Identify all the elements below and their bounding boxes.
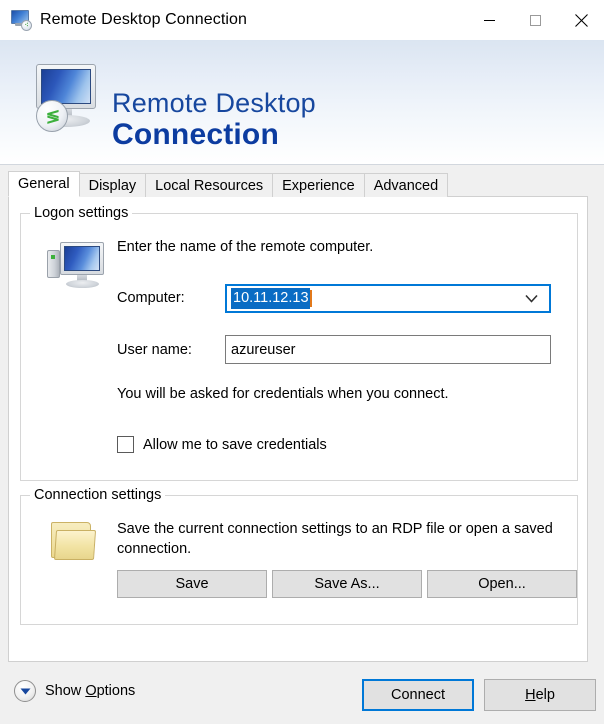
folder-icon bbox=[47, 518, 99, 564]
show-options-toggle[interactable]: Show Options bbox=[14, 680, 135, 702]
close-icon[interactable] bbox=[558, 0, 604, 40]
allow-save-credentials-checkbox[interactable] bbox=[117, 436, 134, 453]
monitor-screen bbox=[64, 246, 100, 271]
computer-label: Computer: bbox=[117, 290, 185, 306]
help-suffix: elp bbox=[535, 687, 555, 703]
window-controls bbox=[466, 0, 604, 40]
connection-settings-legend: Connection settings bbox=[30, 487, 166, 503]
window-title: Remote Desktop Connection bbox=[40, 11, 248, 28]
show-options-label: Show Options bbox=[45, 683, 135, 699]
power-led bbox=[51, 255, 55, 259]
connection-settings-group: Connection settings Save the current con… bbox=[20, 487, 578, 625]
text-caret bbox=[309, 290, 312, 307]
tab-display[interactable]: Display bbox=[78, 173, 147, 197]
desktop-computer-icon bbox=[47, 242, 105, 288]
computer-input-value[interactable]: 10.11.12.13 bbox=[231, 288, 310, 309]
user-name-input[interactable]: azureuser bbox=[225, 335, 551, 364]
show-options-prefix: Show bbox=[45, 683, 86, 699]
connection-badge-icon: ≶ bbox=[36, 100, 68, 132]
maximize-icon[interactable] bbox=[512, 0, 558, 40]
user-name-label: User name: bbox=[117, 342, 192, 358]
save-as-button[interactable]: Save As... bbox=[272, 570, 422, 598]
allow-save-credentials-row[interactable]: Allow me to save credentials bbox=[117, 436, 327, 453]
tab-panel-general: Logon settings Enter the name of the rem… bbox=[8, 196, 588, 662]
monitor-frame bbox=[60, 242, 104, 275]
allow-save-credentials-label: Allow me to save credentials bbox=[143, 436, 327, 453]
banner-title: Remote Desktop Connection bbox=[112, 90, 316, 150]
help-button[interactable]: Help bbox=[484, 679, 596, 711]
banner-title-line1: Remote Desktop bbox=[112, 88, 316, 118]
remote-desktop-monitor-icon: ≶ bbox=[22, 62, 98, 134]
banner-title-line2: Connection bbox=[112, 118, 279, 151]
credentials-note: You will be asked for credentials when y… bbox=[117, 386, 449, 402]
computer-combobox[interactable]: 10.11.12.13 bbox=[225, 284, 551, 313]
connection-badge-icon: ⁖ bbox=[21, 20, 32, 31]
show-options-accelerator: O bbox=[85, 683, 97, 699]
chevron-down-icon[interactable] bbox=[525, 294, 538, 303]
computer-tower bbox=[47, 250, 60, 278]
logon-settings-legend: Logon settings bbox=[30, 205, 133, 221]
monitor-screen bbox=[41, 69, 91, 104]
chevron-down-circle-icon[interactable] bbox=[14, 680, 36, 702]
monitor-base bbox=[66, 280, 99, 288]
logon-settings-group: Logon settings Enter the name of the rem… bbox=[20, 205, 578, 481]
title-bar: ⁖ Remote Desktop Connection bbox=[0, 0, 604, 40]
dialog-footer: Show Options Connect Help bbox=[0, 668, 604, 724]
connect-button[interactable]: Connect bbox=[362, 679, 474, 711]
tab-general[interactable]: General bbox=[8, 171, 80, 197]
tab-strip: General Display Local Resources Experien… bbox=[8, 171, 588, 197]
connection-settings-description: Save the current connection settings to … bbox=[117, 521, 553, 557]
help-accelerator: H bbox=[525, 687, 536, 703]
header-banner: ≶ Remote Desktop Connection bbox=[0, 40, 604, 165]
help-label: Help bbox=[525, 687, 555, 703]
minimize-icon[interactable] bbox=[466, 0, 512, 40]
show-options-suffix: ptions bbox=[96, 683, 136, 699]
folder-front bbox=[53, 530, 97, 560]
tab-advanced[interactable]: Advanced bbox=[363, 173, 449, 197]
open-button[interactable]: Open... bbox=[427, 570, 577, 598]
save-button[interactable]: Save bbox=[117, 570, 267, 598]
remote-desktop-icon: ⁖ bbox=[10, 9, 32, 31]
tab-local-resources[interactable]: Local Resources bbox=[145, 173, 274, 197]
badge-glyph: ≶ bbox=[45, 106, 60, 126]
logon-prompt-text: Enter the name of the remote computer. bbox=[117, 239, 374, 255]
tab-experience[interactable]: Experience bbox=[272, 173, 365, 197]
